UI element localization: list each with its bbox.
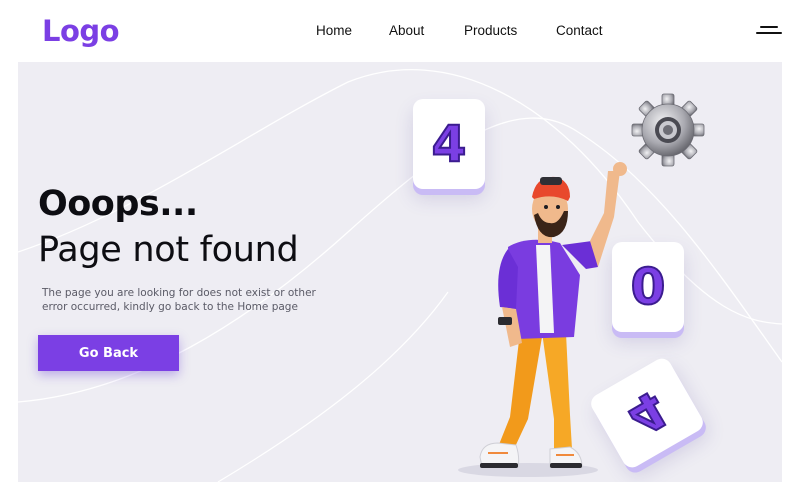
error-title: Ooops... bbox=[38, 184, 198, 224]
error-description: The page you are looking for does not ex… bbox=[42, 287, 316, 313]
site-header: Logo Home About Products Contact bbox=[0, 0, 800, 62]
main-nav: Home About Products Contact bbox=[0, 23, 800, 43]
nav-contact-link[interactable]: Contact bbox=[556, 23, 603, 38]
nav-home-link[interactable]: Home bbox=[316, 23, 352, 38]
character-illustration bbox=[458, 162, 627, 477]
nav-products-link[interactable]: Products bbox=[464, 23, 517, 38]
go-back-button[interactable]: Go Back bbox=[38, 335, 179, 371]
error-subtitle: Page not found bbox=[38, 230, 299, 270]
nav-about-link[interactable]: About bbox=[389, 23, 424, 38]
hamburger-menu-icon[interactable] bbox=[756, 26, 782, 36]
error-hero: Ooops... Page not found The page you are… bbox=[18, 62, 782, 482]
